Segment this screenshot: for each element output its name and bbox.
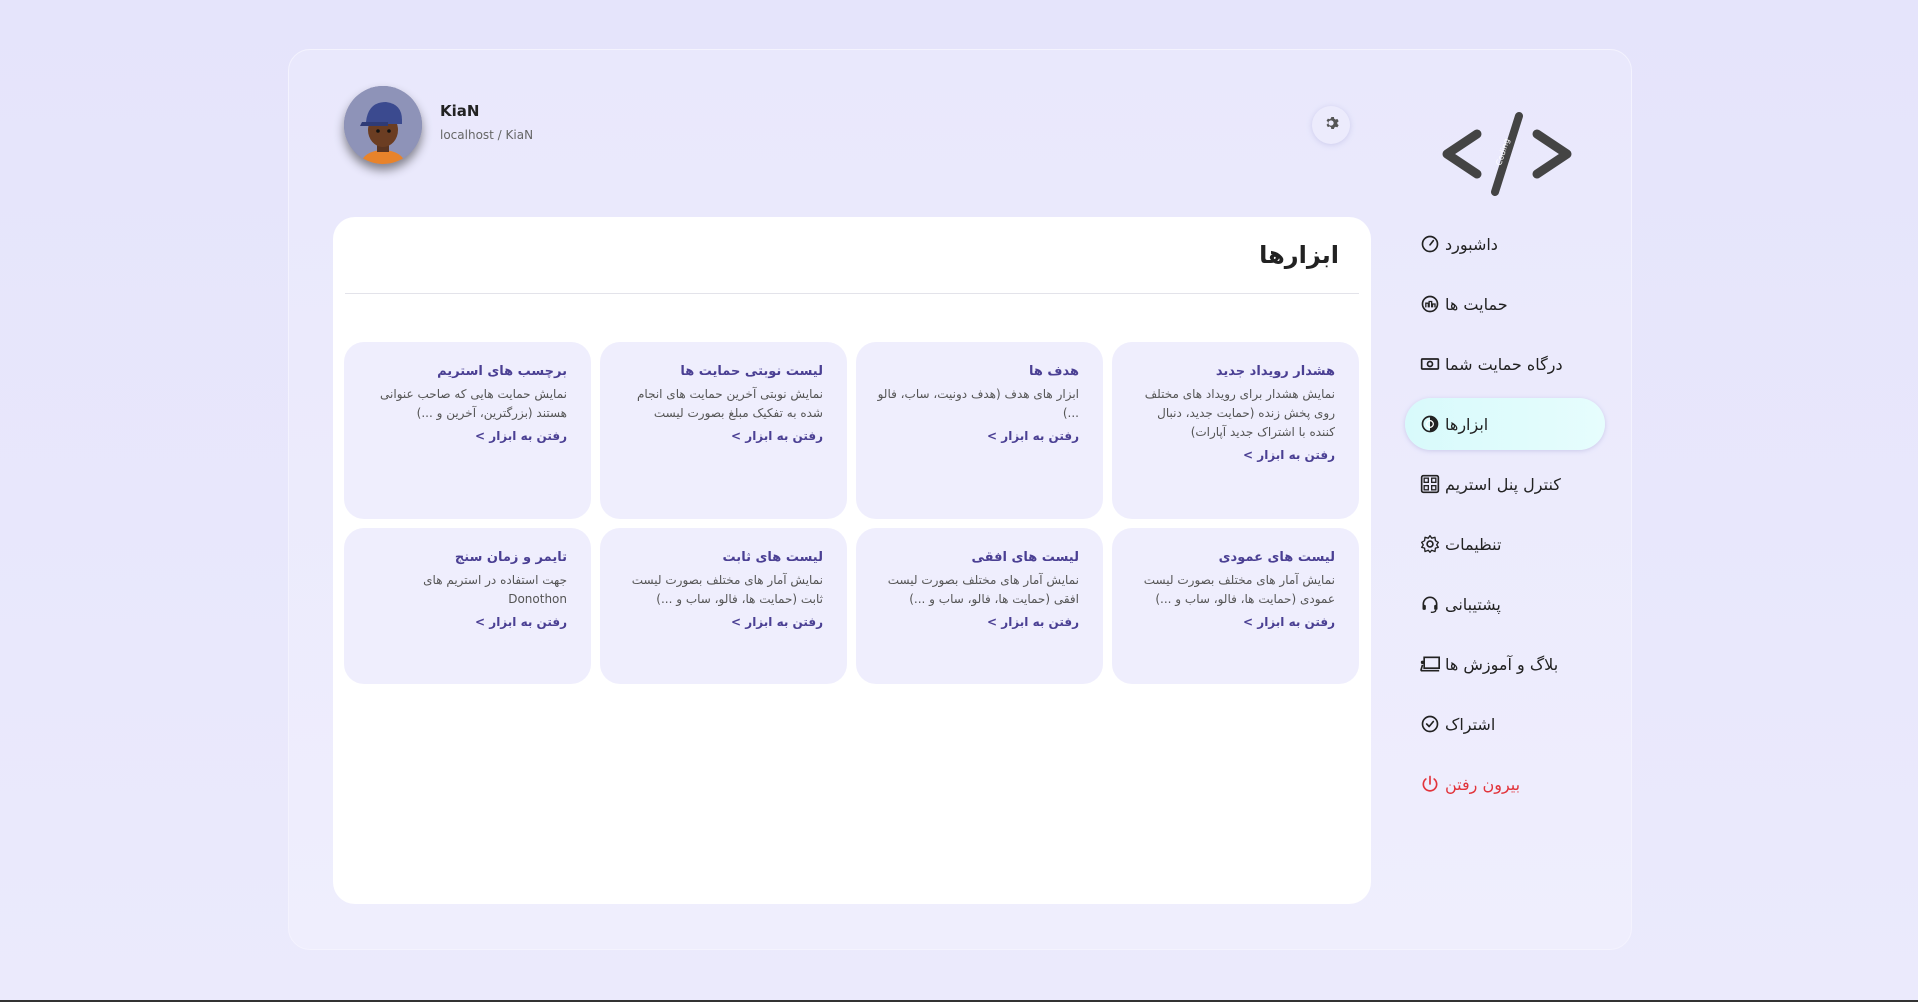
tool-card-goals: هدف ها ابزار های هدف (هدف دونیت، ساب، فا…	[856, 342, 1103, 519]
sidebar-item-logout[interactable]: بیرون رفتن	[1405, 758, 1605, 810]
tool-card-title: لیست های افقی	[971, 550, 1079, 565]
tool-card-title: هشدار رویداد جدید	[1215, 364, 1335, 379]
sidebar-item-label: حمایت ها	[1445, 294, 1508, 314]
tools-icon	[1419, 413, 1441, 435]
go-to-tool-link[interactable]: رفتن به ابزار >	[731, 429, 823, 443]
tools-panel: ابزارها هشدار رویداد جدید نمایش هشدار بر…	[333, 217, 1371, 904]
sidebar-item-dashboard[interactable]: داشبورد	[1405, 218, 1605, 270]
tools-grid: هشدار رویداد جدید نمایش هشدار برای رویدا…	[344, 342, 1359, 684]
logo[interactable]: Coding	[1437, 104, 1577, 204]
sidebar-item-label: ابزارها	[1445, 414, 1489, 434]
divider	[345, 293, 1359, 294]
tool-card-donation-queue: لیست نوبتی حمایت ها نمایش نوبتی آخرین حم…	[600, 342, 847, 519]
tool-card-title: برچسب های استریم	[437, 364, 567, 379]
power-icon	[1419, 773, 1441, 795]
sidebar-nav: داشبورد حمایت ها درگاه حمایت شما ابزارها…	[1405, 218, 1605, 818]
theme-settings-button[interactable]	[1312, 106, 1350, 144]
tool-card-title: لیست های ثابت	[722, 550, 823, 565]
sidebar-item-label: کنترل پنل استریم	[1445, 474, 1561, 494]
tool-card-description: نمایش حمایت هایی که صاحب عنوانی هستند (ب…	[380, 387, 567, 420]
sidebar-item-settings[interactable]: تنظیمات	[1405, 518, 1605, 570]
go-to-tool-link[interactable]: رفتن به ابزار >	[475, 615, 567, 629]
grid-icon	[1419, 473, 1441, 495]
go-to-tool-link[interactable]: رفتن به ابزار >	[475, 429, 567, 443]
tool-card-description: نمایش نوبتی آخرین حمایت های انجام شده به…	[636, 387, 823, 420]
check-circle-icon	[1419, 713, 1441, 735]
tool-card-description: نمایش آمار های مختلف بصورت لیست افقی (حم…	[887, 573, 1079, 606]
sidebar-item-payment-gateway[interactable]: درگاه حمایت شما	[1405, 338, 1605, 390]
app-frame: KiaN localhost / KiaN Coding داشبورد حما…	[288, 49, 1632, 950]
sidebar-item-label: پشتیبانی	[1445, 594, 1501, 614]
sidebar-item-label: درگاه حمایت شما	[1445, 354, 1563, 374]
tool-card-title: تایمر و زمان سنج	[454, 550, 567, 565]
sidebar-item-label: تنظیمات	[1445, 534, 1502, 554]
go-to-tool-link[interactable]: رفتن به ابزار >	[987, 429, 1079, 443]
tool-card-title: لیست های عمودی	[1218, 550, 1335, 565]
tool-card-description: ابزار های هدف (هدف دونیت، ساب، فالو ...)	[877, 387, 1079, 420]
avatar[interactable]	[344, 86, 422, 164]
breadcrumb: localhost / KiaN	[440, 128, 534, 142]
sidebar-item-donations[interactable]: حمایت ها	[1405, 278, 1605, 330]
sidebar-item-label: داشبورد	[1445, 234, 1498, 254]
tool-card-description: نمایش آمار های مختلف بصورت لیست ثابت (حم…	[631, 573, 823, 606]
tool-card-new-event-alert: هشدار رویداد جدید نمایش هشدار برای رویدا…	[1112, 342, 1359, 519]
gauge-icon	[1419, 233, 1441, 255]
sidebar-item-label: بلاگ و آموزش ها	[1445, 654, 1559, 674]
tool-card-description: جهت استفاده در استریم های Donothon	[423, 573, 567, 606]
gear-icon	[1323, 115, 1339, 135]
tool-card-stream-labels: برچسب های استریم نمایش حمایت هایی که صاح…	[344, 342, 591, 519]
sidebar-item-label: بیرون رفتن	[1445, 774, 1521, 794]
user-name: KiaN	[440, 102, 480, 120]
sidebar-item-subscription[interactable]: اشتراک	[1405, 698, 1605, 750]
page-title: ابزارها	[1259, 241, 1339, 269]
donation-icon	[1419, 293, 1441, 315]
go-to-tool-link[interactable]: رفتن به ابزار >	[731, 615, 823, 629]
go-to-tool-link[interactable]: رفتن به ابزار >	[1243, 448, 1335, 462]
sidebar-item-stream-control[interactable]: کنترل پنل استریم	[1405, 458, 1605, 510]
go-to-tool-link[interactable]: رفتن به ابزار >	[1243, 615, 1335, 629]
tool-card-static-lists: لیست های ثابت نمایش آمار های مختلف بصورت…	[600, 528, 847, 684]
sidebar-item-label: اشتراک	[1445, 714, 1496, 734]
sidebar-item-tools[interactable]: ابزارها	[1405, 398, 1605, 450]
tool-card-description: نمایش آمار های مختلف بصورت لیست عمودی (ح…	[1143, 573, 1335, 606]
go-to-tool-link[interactable]: رفتن به ابزار >	[987, 615, 1079, 629]
headset-icon	[1419, 593, 1441, 615]
sidebar-item-blog[interactable]: بلاگ و آموزش ها	[1405, 638, 1605, 690]
tool-card-timer: تایمر و زمان سنج جهت استفاده در استریم ه…	[344, 528, 591, 684]
sidebar-item-support[interactable]: پشتیبانی	[1405, 578, 1605, 630]
tool-card-horizontal-lists: لیست های افقی نمایش آمار های مختلف بصورت…	[856, 528, 1103, 684]
tool-card-description: نمایش هشدار برای رویداد های مختلف روی پخ…	[1144, 387, 1335, 439]
tool-card-vertical-lists: لیست های عمودی نمایش آمار های مختلف بصور…	[1112, 528, 1359, 684]
gear-icon	[1419, 533, 1441, 555]
blog-icon	[1419, 653, 1441, 675]
tool-card-title: لیست نوبتی حمایت ها	[680, 364, 823, 379]
cash-icon	[1419, 353, 1441, 375]
tool-card-title: هدف ها	[1028, 364, 1079, 379]
